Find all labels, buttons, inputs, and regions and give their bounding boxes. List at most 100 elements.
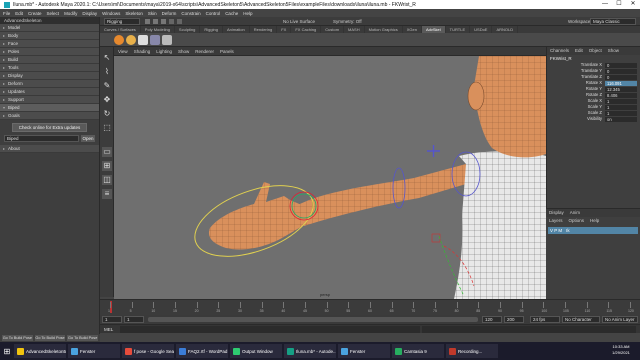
layer-name[interactable]: Ik [566,227,570,234]
layer-menu-layers[interactable]: Layers [549,217,563,225]
panel-item-biped[interactable]: Biped [0,104,99,112]
attr-value[interactable]: 8.406 [605,92,637,98]
range-end-field[interactable]: 120 [482,316,502,323]
taskbar-item[interactable]: FAQ2.rtf - WordPad [176,344,228,358]
panel-item-poles[interactable]: Poles [0,48,99,56]
shelf-icon-script[interactable] [138,35,148,45]
save-scene-icon[interactable] [161,19,166,24]
menu-constrain[interactable]: Constrain [181,11,200,16]
layer-row[interactable]: V P M Ik [548,227,638,234]
layer-flags[interactable]: V P M [550,227,562,234]
viewport-menu-renderer[interactable]: Renderer [195,49,214,54]
shelf-tab-custom[interactable]: Custom [321,26,345,33]
redo-icon[interactable] [177,19,182,24]
start-icon[interactable]: ⊞ [0,342,14,360]
scale-tool-icon[interactable]: ⬚ [102,123,112,133]
shelf-tab-fx[interactable]: FX [277,26,292,33]
taskbar-item[interactable]: Fenster [338,344,390,358]
attr-value[interactable]: on [605,116,637,122]
shelf-icon-joint[interactable] [150,35,160,45]
taskbar-item[interactable]: Recording... [446,344,498,358]
panel-item-tools[interactable]: Tools [0,64,99,72]
build-pose-button[interactable]: Go To Build Pose [34,335,66,341]
attr-value[interactable]: 0 [605,62,637,68]
channel-tab-object[interactable]: Object [589,47,602,55]
clock[interactable]: 10:33 AM 1/29/2021 [604,344,638,356]
viewport[interactable]: M persp [114,56,546,299]
layout-side-icon[interactable]: ◫ [102,175,112,185]
panel-item-deform[interactable]: Deform [0,80,99,88]
undo-icon[interactable] [169,19,174,24]
attr-row[interactable]: Visibility on [547,116,640,122]
fps-dropdown[interactable]: 24 fps [530,316,560,323]
panel-item-body[interactable]: Body [0,32,99,40]
shelf-tab-advskel[interactable]: AdvSkel [421,26,446,33]
build-pose-button[interactable]: Go To Build Pose [67,335,99,341]
taskbar-item[interactable]: f pose - Google Sea... [122,344,174,358]
menu-file[interactable]: File [3,11,10,16]
shelf-tab-mash[interactable]: MASH [344,26,365,33]
shelf-tab-rendering[interactable]: Rendering [250,26,278,33]
shelf-icon-orange[interactable] [114,35,124,45]
layer-menu-options[interactable]: Options [569,217,585,225]
taskbar-item[interactable]: Fenster [68,344,120,358]
menu-help[interactable]: Help [243,11,252,16]
shelf-tab-motion-graphics[interactable]: Motion Graphics [365,26,403,33]
taskbar-item[interactable]: Iluna.mb* - Autode... [284,344,336,358]
shelf-tab-turtle[interactable]: TURTLE [446,26,471,33]
menu-select[interactable]: Select [47,11,60,16]
paint-tool-icon[interactable]: ✎ [102,81,112,91]
taskbar-item[interactable]: Camtasia 9 [392,344,444,358]
select-tool-icon[interactable]: ↖ [102,53,112,63]
panel-item-display[interactable]: Display [0,72,99,80]
layout-outliner-icon[interactable]: ≡ [102,189,112,199]
layer-tab-anim[interactable]: Anim [570,209,580,217]
shelf-icon-misc[interactable] [162,35,172,45]
new-scene-icon[interactable] [145,19,150,24]
menu-deform[interactable]: Deform [162,11,177,16]
channel-tab-channels[interactable]: Channels [550,47,569,55]
open-scene-icon[interactable] [153,19,158,24]
taskbar-item[interactable]: AdvancedSkeleton5 [14,344,66,358]
menu-control[interactable]: Control [206,11,221,16]
shelf-tab-xgen[interactable]: XGen [403,26,422,33]
layer-tab-display[interactable]: Display [549,209,564,217]
viewport-menu-panels[interactable]: Panels [220,49,234,54]
attr-value[interactable]: 0 [605,74,637,80]
mel-input[interactable] [120,326,420,333]
shelf-tab-rigging[interactable]: Rigging [200,26,223,33]
menu-windows[interactable]: Windows [102,11,120,16]
menu-display[interactable]: Display [82,11,97,16]
layout-single-icon[interactable]: ▭ [102,147,112,157]
viewport-menu-shading[interactable]: Shading [134,49,151,54]
channel-tab-show[interactable]: Show [608,47,619,55]
maximize-button[interactable]: ☐ [612,0,626,9]
about-item[interactable]: About [0,145,99,153]
menu-edit[interactable]: Edit [15,11,23,16]
attr-value[interactable]: 12.345 [605,86,637,92]
attr-value[interactable]: 1 [605,98,637,104]
anim-layer-dropdown[interactable]: No Anim Layer [602,316,638,323]
viewport-menu-lighting[interactable]: Lighting [156,49,172,54]
shelf-tab-arnold[interactable]: ARNOLD [492,26,519,33]
channel-tab-edit[interactable]: Edit [575,47,583,55]
shelf-tab-usdoe[interactable]: USDoE [470,26,493,33]
panel-item-goals[interactable]: Goals [0,112,99,120]
shelf-tab-fx-caching[interactable]: FX Caching [291,26,322,33]
time-slider[interactable]: 1 5 10 15 20 25 30 35 40 45 50 55 60 65 70 75 80 85 90 95 10… [100,299,640,315]
panel-item-face[interactable]: Face [0,40,99,48]
attr-value[interactable]: 0 [605,68,637,74]
build-pose-button[interactable]: Go To Build Pose [2,335,33,341]
shelf-tab-animation[interactable]: Animation [223,26,250,33]
panel-item-build[interactable]: Build [0,56,99,64]
shelf-tab-sculpting[interactable]: Sculpting [175,26,201,33]
minimize-button[interactable]: — [598,0,612,9]
taskbar-item[interactable]: Output Window [230,344,282,358]
attr-value[interactable]: 1 [605,104,637,110]
pole-vector-control[interactable] [427,145,440,157]
range-bar[interactable] [148,317,478,322]
range-start2-field[interactable]: 1 [124,316,144,323]
menu-cache[interactable]: Cache [225,11,238,16]
close-button[interactable]: ✕ [626,0,640,9]
char-set-dropdown[interactable]: No Character Set [562,316,600,328]
